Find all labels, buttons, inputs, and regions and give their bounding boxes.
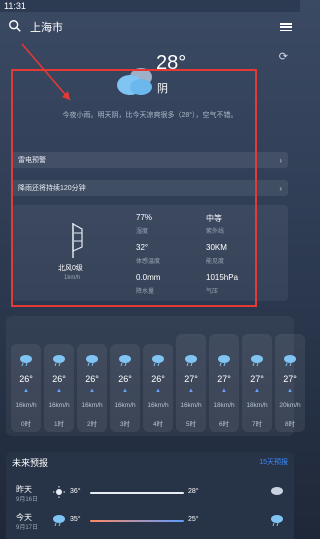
hourly-time: 8时 xyxy=(284,421,296,428)
wind-direction-icon: ▲ xyxy=(254,388,260,394)
rain-icon xyxy=(251,355,263,366)
hourly-temp: 27° xyxy=(283,374,297,384)
cloudy-icon xyxy=(117,68,152,95)
city-name[interactable]: 上海市 xyxy=(30,19,280,35)
hourly-time: 1时 xyxy=(53,421,65,428)
hourly-wind-speed: 20km/h xyxy=(279,402,301,409)
precipitation-label: 降水量 xyxy=(136,289,155,295)
visibility-label: 能见度 xyxy=(206,259,225,265)
alert-thunder[interactable]: 雷电预警 › xyxy=(12,152,288,168)
chevron-right-icon: › xyxy=(279,183,282,193)
wind-speed: 1km/h xyxy=(64,275,81,281)
uv-label: 紫外线 xyxy=(206,229,225,235)
wind-direction-icon: ▲ xyxy=(23,388,29,394)
hourly-temp: 26° xyxy=(85,374,99,384)
hourly-temp: 26° xyxy=(151,374,165,384)
hourly-item[interactable]: 26° ▲ 16km/h 4时 xyxy=(143,344,173,432)
hourly-item[interactable]: 27° ▲ 18km/h 7时 xyxy=(242,334,272,432)
hourly-item[interactable]: 27° ▲ 20km/h 8时 xyxy=(275,334,305,432)
hourly-time: 6时 xyxy=(218,421,230,428)
humidity-label: 湿度 xyxy=(136,229,149,235)
search-icon[interactable] xyxy=(8,19,24,35)
windsock-icon xyxy=(72,222,83,258)
feels-like-label: 体感温度 xyxy=(136,259,161,265)
chevron-right-icon: › xyxy=(279,155,282,165)
temperature-range-bar xyxy=(90,492,184,494)
forecast-title: 未来预报 xyxy=(12,458,49,468)
current-temperature: 28° xyxy=(156,52,187,74)
weather-summary: 今夜小雨。明天阴，比今天凉爽很多（28°），空气不错。 xyxy=(62,112,238,119)
hourly-item[interactable]: 26° ▲ 16km/h 2时 xyxy=(77,344,107,432)
hourly-item[interactable]: 27° ▲ 16km/h 5时 xyxy=(176,334,206,432)
hourly-item[interactable]: 26° ▲ 16km/h 1时 xyxy=(44,344,74,432)
hourly-time: 7时 xyxy=(251,421,263,428)
pressure-label: 气压 xyxy=(206,289,219,295)
cloud-rain-icon xyxy=(271,487,283,495)
hourly-item[interactable]: 27° ▲ 18km/h 6时 xyxy=(209,334,239,432)
rain-icon xyxy=(53,515,65,526)
rain-icon xyxy=(185,355,197,366)
hourly-item[interactable]: 26° ▲ 16km/h 3时 xyxy=(110,344,140,432)
forecast-row-today[interactable]: 今天 9月17日 35° 25° xyxy=(12,510,288,534)
refresh-icon[interactable]: ⟳ xyxy=(279,50,288,63)
rain-icon xyxy=(152,355,164,366)
forecast-high: 28° xyxy=(188,488,199,495)
top-bar: 上海市 xyxy=(0,12,300,42)
forecast-date: 9月16日 xyxy=(16,497,39,503)
fifteen-day-link[interactable]: 15天预报 xyxy=(259,457,288,467)
wind-direction-icon: ▲ xyxy=(221,388,227,394)
hourly-temp: 27° xyxy=(184,374,198,384)
wind-label: 北风0级 xyxy=(58,265,83,272)
feels-like-value: 32° xyxy=(136,243,149,252)
hourly-temp: 26° xyxy=(52,374,66,384)
menu-icon[interactable] xyxy=(280,21,292,33)
status-bar: 11:31 xyxy=(0,0,300,12)
hourly-temp: 27° xyxy=(250,374,264,384)
wind-direction-icon: ▲ xyxy=(287,388,293,394)
pressure-value: 1015hPa xyxy=(206,273,239,282)
status-time: 11:31 xyxy=(4,1,26,11)
daily-forecast: 未来预报 15天预报 昨天 9月16日 36° 28° 今天 9月17日 35°… xyxy=(6,452,294,539)
hourly-forecast[interactable]: 26° ▲ 16km/h 0时 26° ▲ 16km/h 1时 26° ▲ 16km/h 2时 26° ▲… xyxy=(6,316,305,436)
rain-icon xyxy=(284,355,296,366)
forecast-date: 9月17日 xyxy=(16,525,39,531)
temperature-range-bar xyxy=(90,520,184,522)
visibility-value: 30KM xyxy=(206,243,227,252)
sunny-icon xyxy=(53,486,65,498)
hourly-time: 0时 xyxy=(20,421,32,428)
hourly-temp: 27° xyxy=(217,374,231,384)
humidity-value: 77% xyxy=(136,213,153,222)
precipitation-value: 0.0mm xyxy=(136,273,161,282)
wind-direction-icon: ▲ xyxy=(56,388,62,394)
hourly-item[interactable]: 26° ▲ 16km/h 0时 xyxy=(11,344,41,432)
hourly-time: 2时 xyxy=(86,421,98,428)
forecast-low: 36° xyxy=(70,488,81,495)
hourly-temp: 26° xyxy=(19,374,33,384)
hourly-time: 3时 xyxy=(119,421,131,428)
uv-value: 中等 xyxy=(206,214,222,223)
rain-icon xyxy=(119,355,131,366)
rain-icon xyxy=(271,515,283,526)
forecast-row-yesterday[interactable]: 昨天 9月16日 36° 28° xyxy=(12,482,288,506)
rain-icon xyxy=(20,355,32,366)
forecast-low: 35° xyxy=(70,516,81,523)
current-weather: ⟳ 28° 阴 今夜小雨。明天阴，比今天凉爽很多（28°），空气不错。 xyxy=(0,42,300,147)
hourly-time: 5时 xyxy=(185,421,197,428)
wind-direction-icon: ▲ xyxy=(122,388,128,394)
rain-icon xyxy=(86,355,98,366)
rain-icon xyxy=(218,355,230,366)
alert-label: 降雨还将持续120分钟 xyxy=(18,185,86,192)
hourly-temp: 26° xyxy=(118,374,132,384)
forecast-high: 25° xyxy=(188,516,199,523)
wind-direction-icon: ▲ xyxy=(89,388,95,394)
hourly-time: 4时 xyxy=(152,421,164,428)
rain-icon xyxy=(53,355,65,366)
weather-details: 北风0级 1km/h 77% 湿度 中等 紫外线 32° 体感温度 30KM 能… xyxy=(12,205,288,301)
alert-rain[interactable]: 降雨还将持续120分钟 › xyxy=(12,180,288,196)
current-condition: 阴 xyxy=(157,83,168,95)
wind-direction-icon: ▲ xyxy=(188,388,194,394)
alert-label: 雷电预警 xyxy=(18,157,46,164)
wind-direction-icon: ▲ xyxy=(155,388,161,394)
